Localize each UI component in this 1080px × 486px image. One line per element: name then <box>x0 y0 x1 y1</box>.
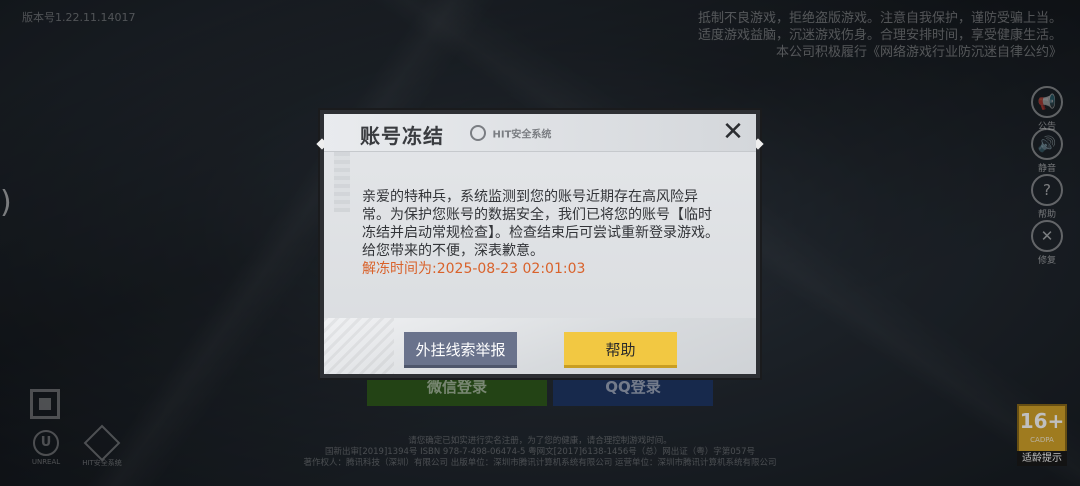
hit-security-logo: HIT安全系统 <box>470 125 551 143</box>
close-icon[interactable]: ✕ <box>720 119 746 146</box>
help-button[interactable]: 帮助 <box>564 332 677 368</box>
dialog-title: 账号冻结 <box>360 124 444 148</box>
dialog-message: 亲爱的特种兵，系统监测到您的账号近期存在高风险异常。为保护您账号的数据安全，我们… <box>362 189 719 259</box>
account-frozen-dialog: 账号冻结 HIT安全系统 ✕ 亲爱的特种兵，系统监测到您的账号近期存在高风险异常… <box>316 110 764 378</box>
dialog-header: 账号冻结 HIT安全系统 ✕ <box>324 114 756 152</box>
unfreeze-time: 解冻时间为:2025-08-23 02:01:03 <box>362 261 586 277</box>
dialog-panel: 账号冻结 HIT安全系统 ✕ 亲爱的特种兵，系统监测到您的账号近期存在高风险异常… <box>324 114 756 374</box>
hit-logo-icon <box>470 125 486 141</box>
hit-logo-text: HIT安全系统 <box>492 129 552 141</box>
report-cheat-button[interactable]: 外挂线索举报 <box>404 332 517 368</box>
dialog-body: 亲爱的特种兵，系统监测到您的账号近期存在高风险异常。为保护您账号的数据安全，我们… <box>362 188 724 278</box>
decorative-strip <box>334 152 350 212</box>
footer-stripes <box>324 318 394 374</box>
dialog-footer: 外挂线索举报 帮助 <box>324 318 756 374</box>
